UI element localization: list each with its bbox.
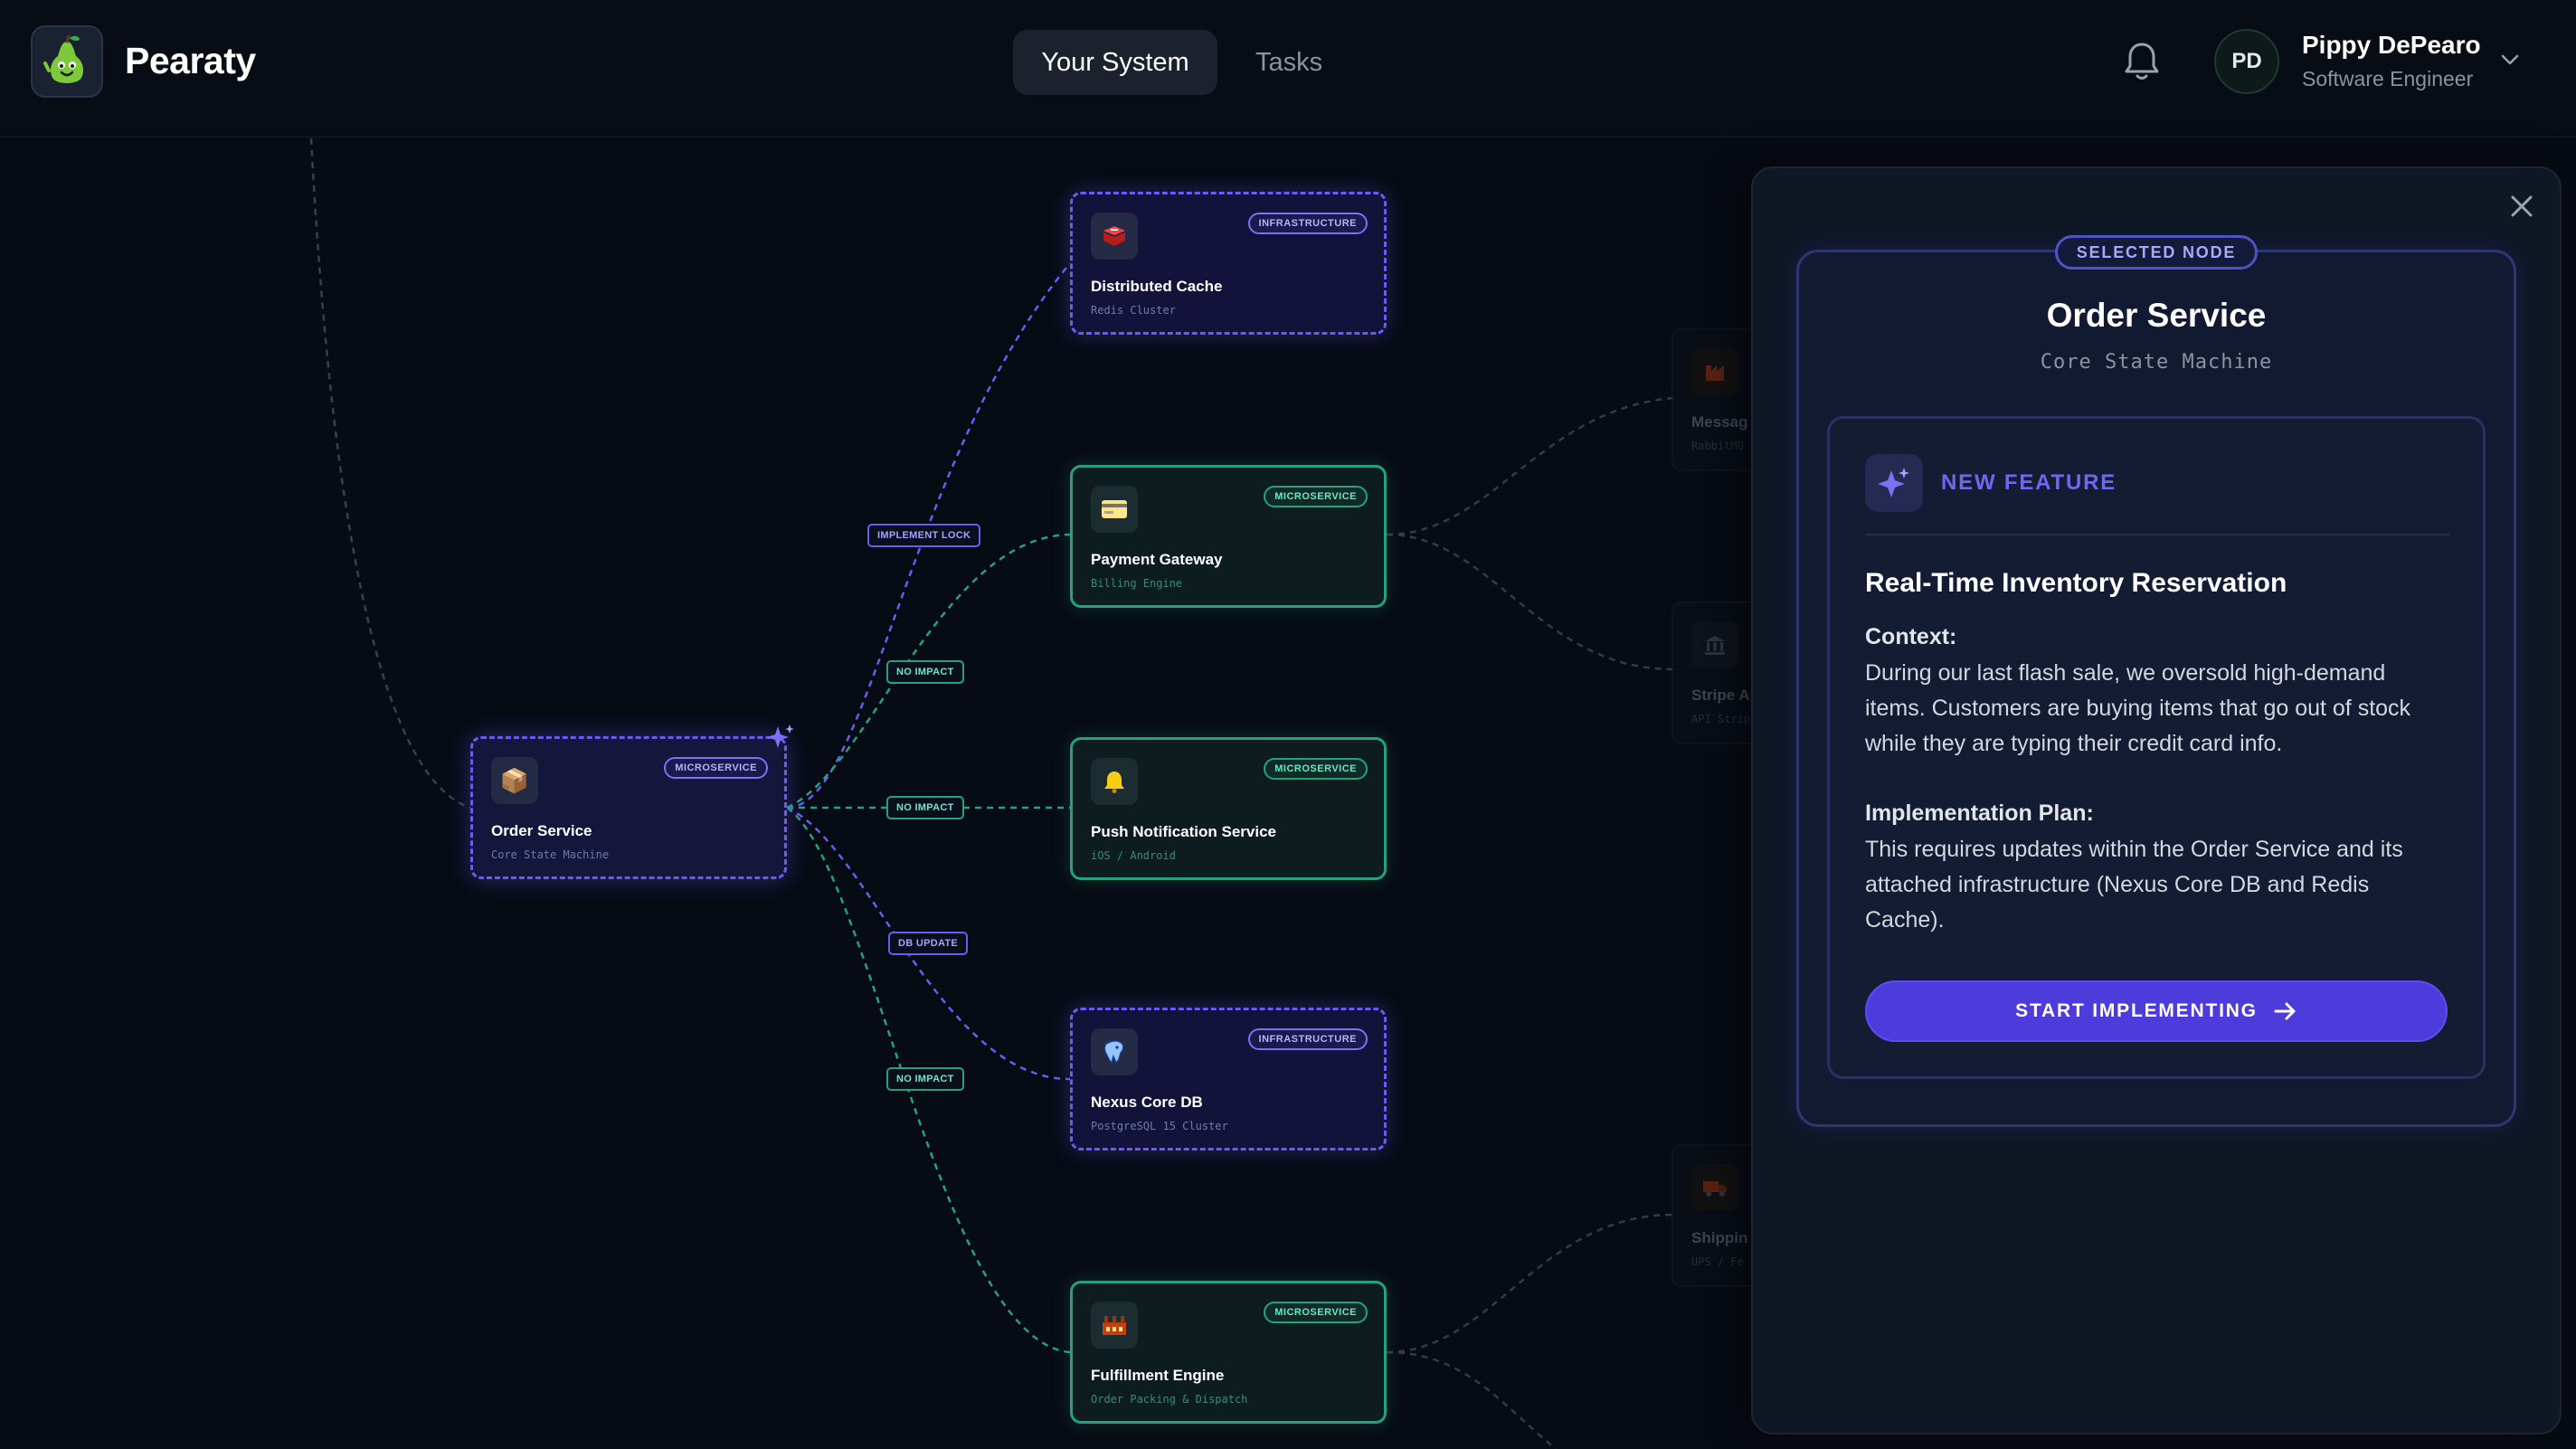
context-label: Context:: [1865, 624, 1957, 649]
edge-label-no-impact: NO IMPACT: [886, 796, 964, 819]
feature-tag: NEW FEATURE: [1941, 470, 2117, 495]
node-order-service[interactable]: 📦 MICROSERVICE Order Service Core State …: [470, 736, 787, 879]
node-title: Shippin: [1691, 1229, 1748, 1246]
user-name: Pippy DePearo: [2302, 31, 2481, 59]
context-text: During our last flash sale, we oversold …: [1865, 660, 2411, 756]
chevron-down-icon[interactable]: [2499, 52, 2521, 67]
node-title: Distributed Cache: [1091, 278, 1223, 295]
top-bar: Pearaty Your System Tasks PD Pippy DePea…: [0, 0, 2576, 137]
node-title: Order Service: [491, 822, 592, 839]
user-role: Software Engineer: [2302, 67, 2474, 90]
node-distributed-cache[interactable]: INFRASTRUCTURE Distributed Cache Redis C…: [1070, 192, 1387, 335]
node-payment-gateway[interactable]: MICROSERVICE Payment Gateway Billing Eng…: [1070, 465, 1387, 608]
node-badge: MICROSERVICE: [1264, 758, 1368, 780]
node-title: Payment Gateway: [1091, 551, 1223, 568]
selected-node-pill: SELECTED NODE: [2055, 235, 2258, 270]
sparkle-icon: [767, 724, 794, 748]
avatar[interactable]: PD: [2214, 29, 2279, 94]
node-badge: INFRASTRUCTURE: [1247, 1028, 1368, 1050]
node-fulfillment-engine[interactable]: MICROSERVICE Fulfillment Engine Order Pa…: [1070, 1281, 1387, 1424]
node-subtitle: Order Packing & Dispatch: [1091, 1393, 1248, 1406]
redis-cube-icon: [1091, 213, 1138, 260]
database-elephant-icon: [1091, 1028, 1138, 1075]
node-badge: MICROSERVICE: [1264, 486, 1368, 507]
feature-title: Real-Time Inventory Reservation: [1865, 568, 2287, 598]
edge-label-no-impact: NO IMPACT: [886, 1067, 964, 1091]
divider: [1865, 534, 2449, 535]
node-push-notification-service[interactable]: MICROSERVICE Push Notification Service i…: [1070, 737, 1387, 880]
bank-icon: [1691, 621, 1738, 668]
node-subtitle: Billing Engine: [1091, 577, 1183, 590]
node-title: Push Notification Service: [1091, 823, 1276, 840]
selected-node-title: Order Service: [2046, 297, 2267, 334]
app-name: Pearaty: [125, 40, 256, 81]
tab-tasks[interactable]: Tasks: [1226, 30, 1351, 95]
node-badge: INFRASTRUCTURE: [1247, 213, 1368, 234]
sparkle-icon: [1865, 454, 1923, 512]
node-subtitle: iOS / Android: [1091, 849, 1176, 862]
factory-icon: [1091, 1302, 1138, 1349]
plan-text: This requires updates within the Order S…: [1865, 837, 2403, 933]
node-subtitle: Redis Cluster: [1091, 304, 1176, 317]
pear-logo-icon[interactable]: [31, 25, 103, 98]
credit-card-icon: [1091, 486, 1138, 533]
bell-icon[interactable]: [2122, 40, 2162, 83]
node-nexus-core-db[interactable]: INFRASTRUCTURE Nexus Core DB PostgreSQL …: [1070, 1008, 1387, 1151]
message-queue-icon: [1691, 348, 1738, 395]
edge-label-implement-lock: IMPLEMENT LOCK: [867, 524, 981, 547]
node-subtitle: API Strip: [1691, 713, 1751, 725]
node-title: Fulfillment Engine: [1091, 1367, 1225, 1384]
package-icon: 📦: [491, 757, 538, 804]
node-subtitle: Core State Machine: [491, 848, 610, 861]
edge-label-db-update: DB UPDATE: [888, 932, 969, 955]
node-subtitle: RabbitMQ: [1691, 440, 1744, 452]
start-implementing-button[interactable]: START IMPLEMENTING: [1865, 980, 2448, 1042]
close-icon[interactable]: [2505, 190, 2538, 223]
bell-icon: [1091, 758, 1138, 805]
node-title: Nexus Core DB: [1091, 1094, 1203, 1111]
node-badge: MICROSERVICE: [664, 757, 768, 779]
selected-node-subtitle: Core State Machine: [2040, 351, 2273, 374]
node-subtitle: PostgreSQL 15 Cluster: [1091, 1120, 1228, 1132]
node-title: Messag: [1691, 413, 1748, 431]
node-title: Stripe A: [1691, 687, 1750, 704]
edge-label-no-impact: NO IMPACT: [886, 660, 964, 684]
start-implementing-label: START IMPLEMENTING: [2015, 1000, 2258, 1021]
truck-icon: [1691, 1164, 1738, 1211]
arrow-right-icon: [2274, 1002, 2296, 1020]
tab-your-system[interactable]: Your System: [1013, 30, 1217, 95]
plan-label: Implementation Plan:: [1865, 800, 2094, 826]
node-badge: MICROSERVICE: [1264, 1302, 1368, 1323]
node-subtitle: UPS / Fe: [1691, 1255, 1744, 1268]
